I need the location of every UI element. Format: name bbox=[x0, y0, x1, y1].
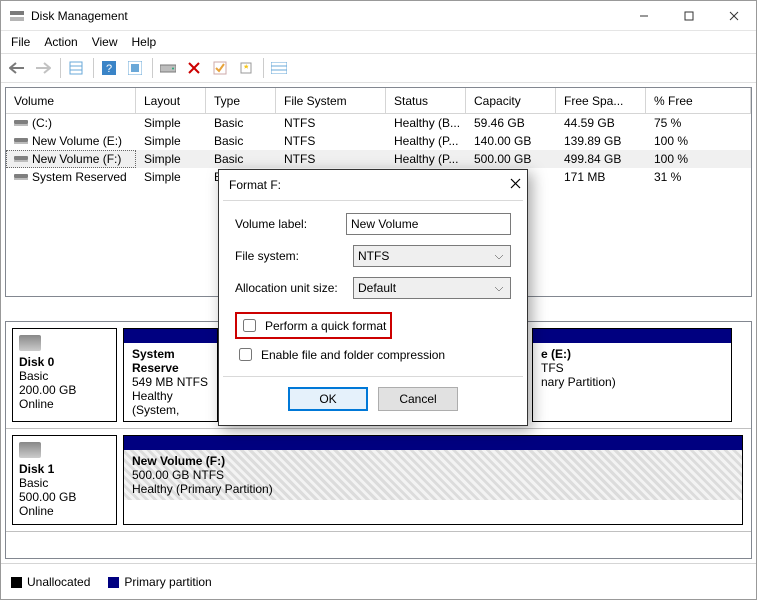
quick-format-checkbox[interactable] bbox=[243, 319, 256, 332]
dialog-title: Format F: bbox=[229, 178, 510, 192]
cancel-button[interactable]: Cancel bbox=[378, 387, 458, 411]
allocation-size-select[interactable]: Default bbox=[353, 277, 511, 299]
compression-label: Enable file and folder compression bbox=[261, 348, 445, 362]
compression-checkbox[interactable] bbox=[239, 348, 252, 361]
ok-button[interactable]: OK bbox=[288, 387, 368, 411]
quick-format-highlight: Perform a quick format bbox=[235, 312, 392, 339]
format-dialog: Format F: Volume label: File system: NTF… bbox=[218, 169, 528, 426]
dialog-titlebar: Format F: bbox=[219, 170, 527, 200]
modal-mask: Format F: Volume label: File system: NTF… bbox=[1, 1, 756, 599]
file-system-label: File system: bbox=[235, 249, 353, 263]
allocation-size-label: Allocation unit size: bbox=[235, 281, 353, 295]
quick-format-label: Perform a quick format bbox=[265, 319, 386, 333]
dialog-close-button[interactable] bbox=[510, 178, 521, 192]
file-system-select[interactable]: NTFS bbox=[353, 245, 511, 267]
volume-label-label: Volume label: bbox=[235, 217, 346, 231]
volume-label-input[interactable] bbox=[346, 213, 511, 235]
